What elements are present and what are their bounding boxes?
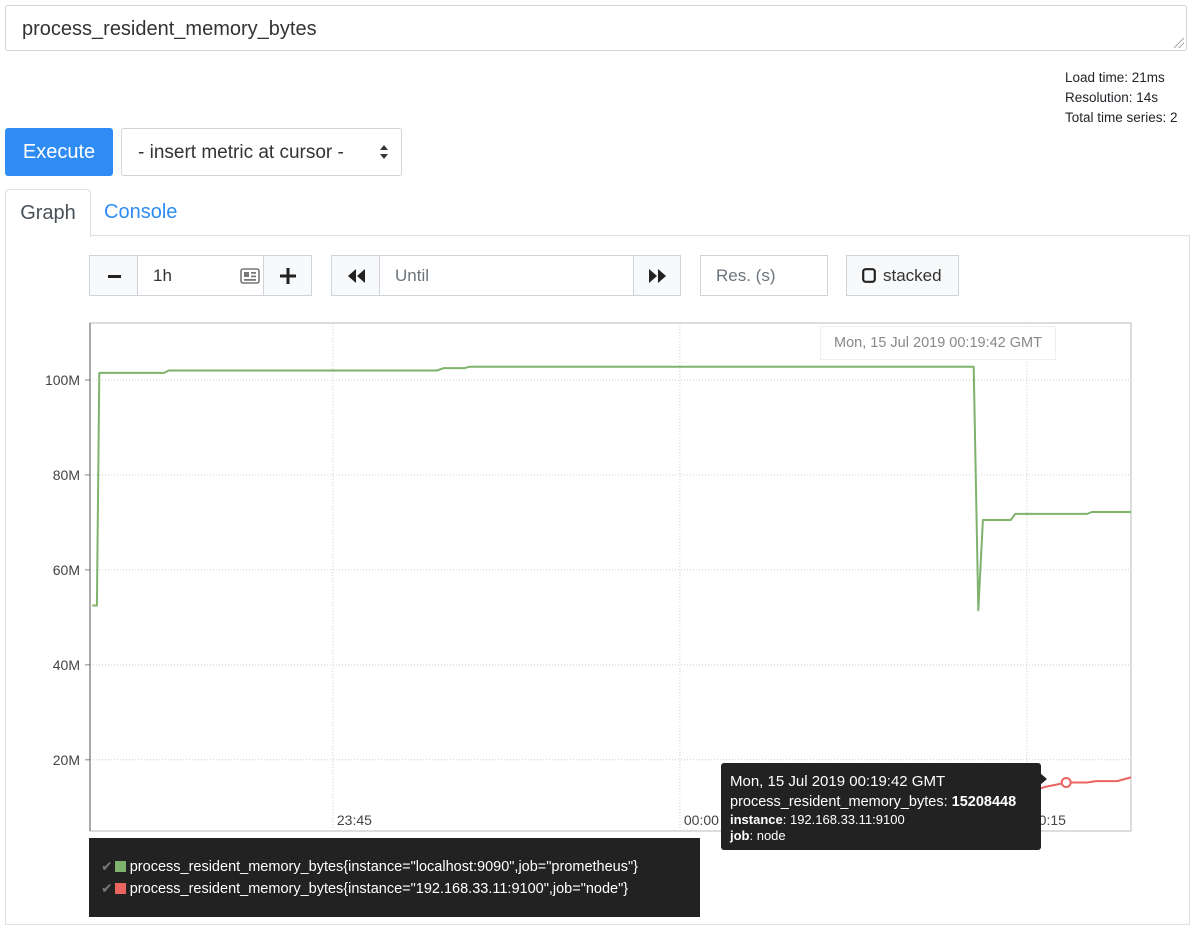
- hover-time-label: Mon, 15 Jul 2019 00:19:42 GMT: [820, 326, 1056, 360]
- tooltip-time: Mon, 15 Jul 2019 00:19:42 GMT: [730, 773, 946, 790]
- graph-legend: ✔ process_resident_memory_bytes{instance=…: [89, 838, 700, 917]
- check-icon: ✔: [101, 858, 113, 874]
- check-icon: ✔: [101, 880, 113, 896]
- tooltip-metric-label: process_resident_memory_bytes:: [730, 794, 952, 810]
- legend-label: process_resident_memory_bytes{instance="…: [129, 859, 638, 875]
- legend-item[interactable]: ✔ process_resident_memory_bytes{instance=…: [101, 858, 638, 878]
- y-tick-label: 60M: [53, 562, 80, 578]
- y-tick-label: 40M: [53, 657, 80, 673]
- tooltip-instance-key: instance: [730, 812, 783, 827]
- tooltip-metric: process_resident_memory_bytes: 15208448: [730, 792, 1041, 812]
- datapoint-tooltip: Mon, 15 Jul 2019 00:19:42 GMT process_re…: [721, 763, 1041, 850]
- hover-point-marker: [1060, 777, 1072, 789]
- legend-swatch: [114, 883, 126, 894]
- x-tick-label: 23:45: [337, 812, 372, 828]
- tooltip-instance: instance: 192.168.33.11:9100: [730, 812, 1041, 828]
- legend-swatch: [114, 861, 126, 872]
- tooltip-job: job: node: [730, 828, 1041, 844]
- legend-item[interactable]: ✔ process_resident_memory_bytes{instance=…: [101, 880, 628, 900]
- tooltip-job-key: job: [730, 828, 750, 843]
- tooltip-instance-value: : 192.168.33.11:9100: [782, 812, 905, 827]
- y-tick-label: 20M: [53, 752, 80, 768]
- y-tick-label: 100M: [45, 372, 80, 388]
- tooltip-arrow: [1040, 773, 1047, 785]
- y-tick-label: 80M: [53, 467, 80, 483]
- x-tick-label: 00:00: [684, 812, 719, 828]
- tooltip-metric-value: 15208448: [951, 794, 1017, 810]
- legend-label: process_resident_memory_bytes{instance="…: [129, 881, 629, 897]
- tooltip-job-value: : node: [749, 828, 786, 843]
- tab-graph[interactable]: Graph: [5, 189, 91, 237]
